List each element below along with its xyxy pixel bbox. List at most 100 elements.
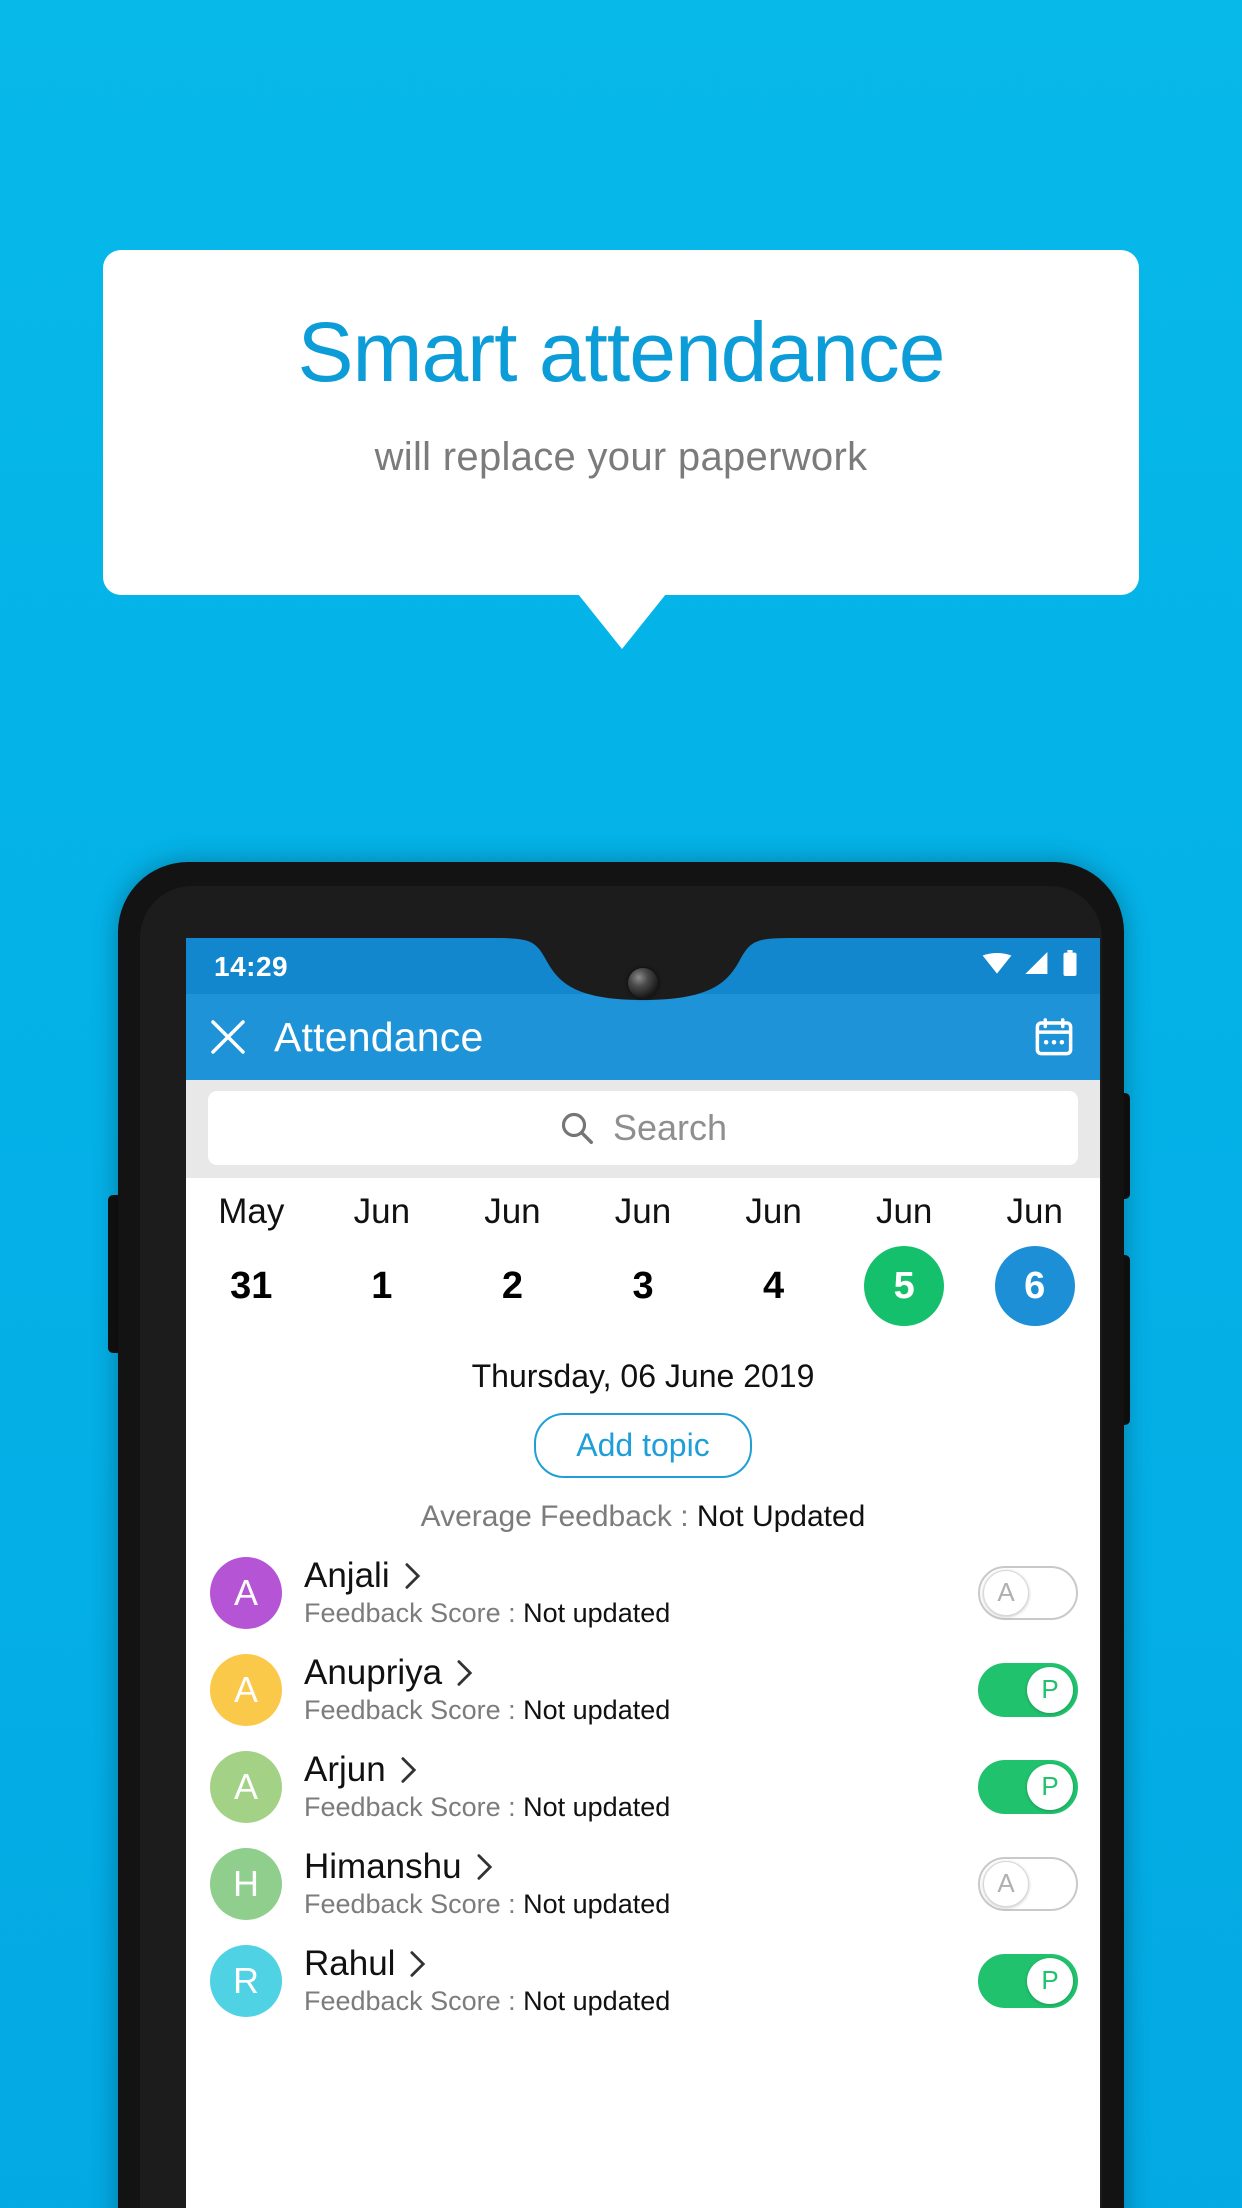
attendance-toggle[interactable]: P (978, 1953, 1078, 2008)
student-row[interactable]: A Anupriya Feedback Score : Not updated P (186, 1641, 1100, 1738)
student-name: Anjali (304, 1556, 390, 1595)
attendance-toggle-knob: P (1027, 1666, 1073, 1713)
date-month-label: Jun (745, 1192, 802, 1231)
student-name-row: Anjali (304, 1556, 978, 1596)
student-info: Rahul Feedback Score : Not updated (304, 1944, 978, 2017)
date-day-label: 2 (501, 1264, 523, 1307)
student-score-value: Not updated (523, 1792, 671, 1822)
promo-bubble: Smart attendance will replace your paper… (103, 250, 1139, 595)
avatar: A (210, 1653, 282, 1726)
selected-date-label: Thursday, 06 June 2019 (186, 1336, 1100, 1399)
student-name-row: Himanshu (304, 1847, 978, 1887)
date-cell[interactable]: Jun 6 (969, 1192, 1100, 1326)
average-feedback: Average Feedback : Not Updated (186, 1478, 1100, 1544)
attendance-toggle[interactable]: P (978, 1662, 1078, 1717)
student-score: Feedback Score : Not updated (304, 1598, 978, 1629)
student-score-value: Not updated (523, 1598, 671, 1628)
chevron-right-icon (477, 1854, 492, 1880)
date-day-label: 6 (994, 1246, 1075, 1326)
search-input[interactable]: Search (208, 1091, 1078, 1165)
student-name-row: Arjun (304, 1750, 978, 1790)
student-name-row: Anupriya (304, 1653, 978, 1693)
promo-title: Smart attendance (297, 305, 945, 399)
close-icon (211, 1020, 245, 1054)
date-cell[interactable]: Jun 3 (578, 1192, 709, 1326)
date-strip: May 31 Jun 1 Jun 2 Jun 3 Jun 4 Jun 5 Jun 6 (186, 1178, 1100, 1336)
search-bar-container: Search (186, 1080, 1100, 1178)
attendance-toggle-knob: A (983, 1860, 1029, 1907)
student-score-label: Feedback Score : (304, 1986, 524, 2016)
student-name-row: Rahul (304, 1944, 978, 1984)
search-icon (561, 1112, 593, 1144)
student-name: Rahul (304, 1944, 396, 1983)
student-list: A Anjali Feedback Score : Not updated A A Anu… (186, 1544, 1100, 2029)
avatar: R (210, 1944, 282, 2017)
chevron-right-icon (401, 1757, 416, 1783)
avatar: H (210, 1847, 282, 1920)
student-score-value: Not updated (523, 1889, 671, 1919)
student-row[interactable]: A Arjun Feedback Score : Not updated P (186, 1738, 1100, 1835)
chevron-right-icon (410, 1951, 426, 1977)
date-cell[interactable]: Jun 1 (317, 1192, 448, 1326)
date-month-label: Jun (1006, 1192, 1063, 1231)
date-month-label: Jun (353, 1192, 411, 1231)
date-day-label: 5 (864, 1246, 945, 1326)
average-feedback-value: Not Updated (696, 1500, 866, 1533)
date-month-label: Jun (484, 1192, 541, 1231)
student-row[interactable]: A Anjali Feedback Score : Not updated A (186, 1544, 1100, 1641)
student-score: Feedback Score : Not updated (304, 1695, 978, 1726)
date-month-label: Jun (614, 1192, 672, 1231)
date-day-label: 4 (763, 1264, 785, 1307)
battery-icon (1063, 950, 1077, 976)
student-row[interactable]: H Himanshu Feedback Score : Not updated A (186, 1835, 1100, 1932)
student-score-label: Feedback Score : (304, 1695, 524, 1725)
student-name: Himanshu (304, 1847, 462, 1886)
attendance-toggle-knob: P (1027, 1957, 1073, 2004)
chevron-right-icon (457, 1660, 473, 1686)
student-score: Feedback Score : Not updated (304, 1889, 978, 1920)
date-cell[interactable]: Jun 4 (708, 1192, 839, 1326)
student-score: Feedback Score : Not updated (304, 1986, 978, 2017)
student-info: Himanshu Feedback Score : Not updated (304, 1847, 978, 1920)
app-bar: Attendance (186, 994, 1100, 1080)
add-topic-button[interactable]: Add topic (534, 1413, 752, 1478)
calendar-button[interactable] (1008, 994, 1100, 1080)
search-placeholder: Search (612, 1107, 728, 1148)
date-cell[interactable]: May 31 (186, 1192, 317, 1326)
date-day-label: 31 (230, 1264, 273, 1307)
status-bar: 14:29 (186, 938, 1100, 1000)
wifi-icon (982, 953, 1012, 974)
date-day-label: 1 (371, 1264, 393, 1307)
phone-device: 14:29 Attendance Search May 31 Jun 1 Jun… (118, 862, 1124, 2208)
close-button[interactable] (186, 994, 270, 1080)
student-score-label: Feedback Score : (304, 1792, 524, 1822)
promo-bubble-tail (578, 594, 666, 649)
phone-bezel: 14:29 Attendance Search May 31 Jun 1 Jun… (140, 886, 1102, 2208)
student-score-label: Feedback Score : (304, 1889, 524, 1919)
attendance-toggle[interactable]: A (978, 1856, 1078, 1911)
student-name: Arjun (304, 1750, 386, 1789)
student-score-label: Feedback Score : (304, 1598, 524, 1628)
student-info: Anjali Feedback Score : Not updated (304, 1556, 978, 1629)
calendar-icon (1035, 1018, 1073, 1056)
date-month-label: May (218, 1192, 285, 1231)
student-name: Anupriya (304, 1653, 443, 1692)
promo-subtitle: will replace your paperwork (374, 435, 868, 479)
status-icons (982, 950, 1078, 976)
average-feedback-label: Average Feedback : (420, 1500, 697, 1533)
chevron-right-icon (405, 1563, 420, 1589)
attendance-toggle[interactable]: A (978, 1565, 1078, 1620)
date-cell[interactable]: Jun 5 (839, 1192, 970, 1326)
avatar: A (210, 1750, 282, 1823)
status-time: 14:29 (214, 951, 289, 982)
attendance-toggle[interactable]: P (978, 1759, 1078, 1814)
date-day-label: 3 (632, 1264, 654, 1307)
avatar: A (210, 1556, 282, 1629)
student-score-value: Not updated (523, 1695, 671, 1725)
date-month-label: Jun (875, 1192, 933, 1231)
date-cell[interactable]: Jun 2 (447, 1192, 578, 1326)
phone-screen: 14:29 Attendance Search May 31 Jun 1 Jun… (186, 938, 1100, 2208)
student-info: Arjun Feedback Score : Not updated (304, 1750, 978, 1823)
attendance-toggle-knob: A (983, 1569, 1029, 1616)
student-row[interactable]: R Rahul Feedback Score : Not updated P (186, 1932, 1100, 2029)
